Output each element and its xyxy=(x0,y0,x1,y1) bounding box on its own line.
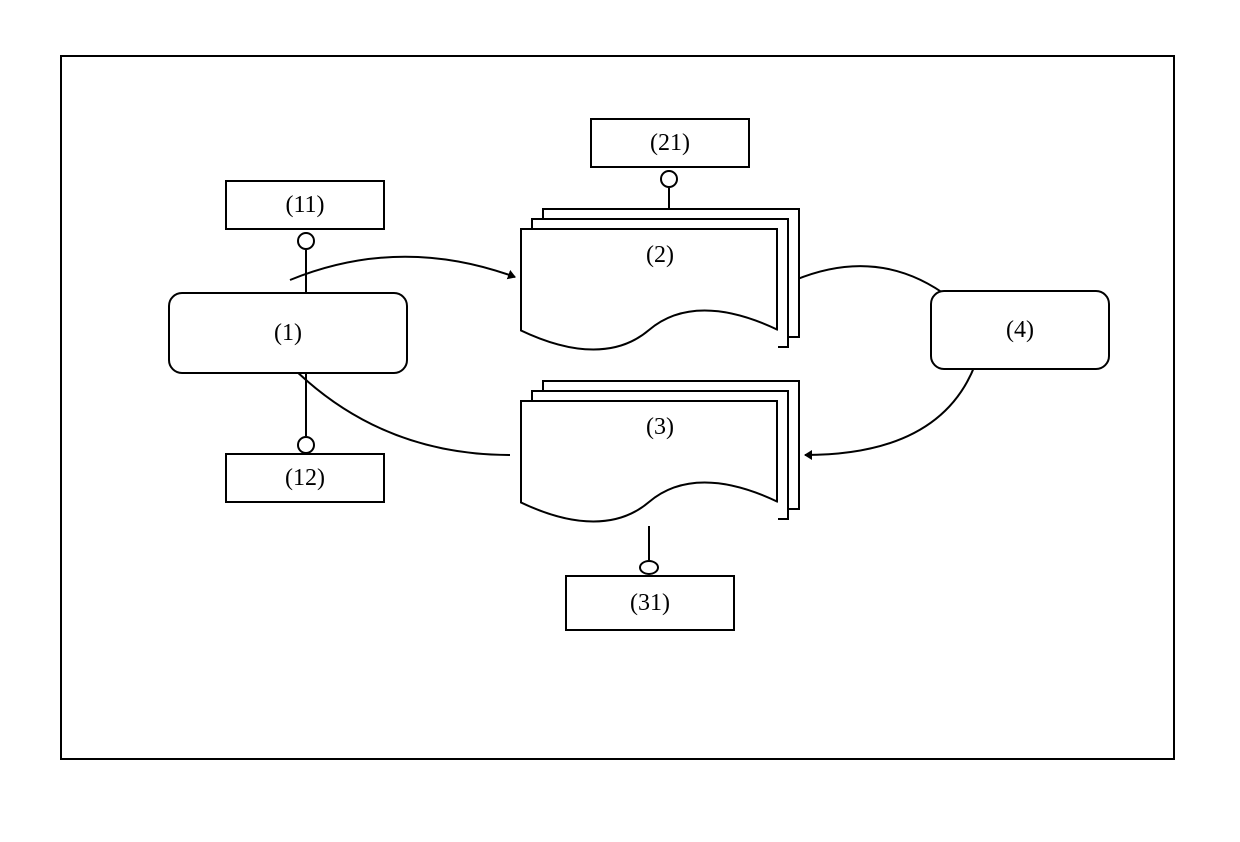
stick-11 xyxy=(305,250,307,292)
node-3-label: (3) xyxy=(646,414,674,440)
node-12-label: (12) xyxy=(285,465,325,492)
lollipop-21 xyxy=(660,170,678,188)
node-1: (1) xyxy=(168,292,408,374)
lollipop-12 xyxy=(297,436,315,454)
node-11-label: (11) xyxy=(285,192,324,219)
node-1-label: (1) xyxy=(274,320,302,347)
node-21: (21) xyxy=(590,118,750,168)
node-12: (12) xyxy=(225,453,385,503)
node-2: (2) xyxy=(520,208,800,358)
node-31-label: (31) xyxy=(630,590,670,617)
stick-21 xyxy=(668,188,670,208)
node-11: (11) xyxy=(225,180,385,230)
node-4: (4) xyxy=(930,290,1110,370)
diagram-canvas: (11) (1) (12) (21) (2) (4) xyxy=(0,0,1240,842)
stick-31 xyxy=(648,526,650,560)
node-4-label: (4) xyxy=(1006,317,1034,344)
node-3: (3) xyxy=(520,380,800,530)
node-21-label: (21) xyxy=(650,130,690,157)
node-31: (31) xyxy=(565,575,735,631)
lollipop-31 xyxy=(639,560,659,575)
lollipop-11 xyxy=(297,232,315,250)
node-2-label: (2) xyxy=(646,242,674,268)
stick-12 xyxy=(305,374,307,436)
